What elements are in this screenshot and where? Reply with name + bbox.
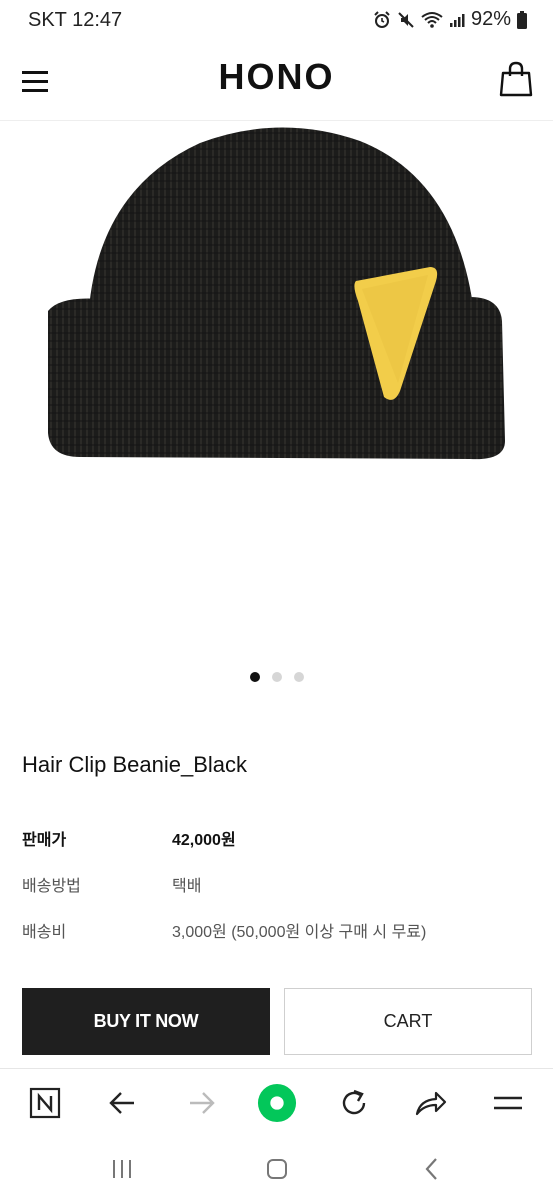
carousel-dot-3[interactable] <box>293 672 304 682</box>
shipping-fee-label: 배송비 <box>22 924 67 941</box>
refresh-icon[interactable] <box>334 1083 374 1123</box>
share-icon[interactable] <box>411 1083 451 1123</box>
price-value: 42,000원 <box>172 832 236 849</box>
system-nav-bar <box>0 1138 553 1200</box>
status-bar: SKT 12:47 92% <box>0 0 553 42</box>
naver-home-icon[interactable] <box>25 1083 65 1123</box>
wifi-icon <box>421 11 443 28</box>
add-to-cart-button[interactable]: CART <box>284 988 532 1055</box>
shipping-method-label: 배송방법 <box>22 878 81 895</box>
app-header: HONO <box>0 42 553 121</box>
mute-icon <box>398 11 414 28</box>
carousel-dots <box>0 672 553 682</box>
browser-toolbar <box>0 1068 553 1139</box>
forward-arrow-icon[interactable] <box>181 1083 221 1123</box>
shopping-bag-icon[interactable] <box>499 60 533 98</box>
battery-percent: 92% <box>470 8 511 30</box>
status-icons: 92% <box>373 8 527 31</box>
buy-now-button[interactable]: BUY IT NOW <box>22 988 270 1055</box>
product-image-beanie[interactable] <box>0 121 553 651</box>
carousel-dot-2[interactable] <box>271 672 282 682</box>
status-time: SKT 12:47 <box>28 9 123 31</box>
alarm-icon <box>374 10 390 28</box>
battery-icon <box>517 10 527 29</box>
recent-apps-icon[interactable] <box>102 1154 142 1184</box>
price-label: 판매가 <box>22 832 67 849</box>
shipping-fee-row: 배송비 3,000원 (50,000원 이상 구매 시 무료) <box>22 914 532 960</box>
carousel-dot-1[interactable] <box>249 672 260 682</box>
back-icon[interactable] <box>412 1154 452 1184</box>
store-logo[interactable]: HONO <box>0 56 553 98</box>
shipping-method-row: 배송방법 택배 <box>22 868 532 914</box>
product-info-table: 판매가 42,000원 배송방법 택배 배송비 3,000원 (50,000원 … <box>22 822 532 960</box>
shipping-fee-value: 3,000원 (50,000원 이상 구매 시 무료) <box>172 924 427 941</box>
product-title: Hair Clip Beanie_Black <box>22 752 247 777</box>
signal-icon <box>449 13 465 27</box>
shipping-method-value: 택배 <box>172 878 202 895</box>
back-arrow-icon[interactable] <box>103 1083 143 1123</box>
menu-lines-icon[interactable] <box>488 1083 528 1123</box>
price-row: 판매가 42,000원 <box>22 822 532 868</box>
home-icon[interactable] <box>257 1154 297 1184</box>
green-dot-icon[interactable] <box>257 1083 297 1123</box>
